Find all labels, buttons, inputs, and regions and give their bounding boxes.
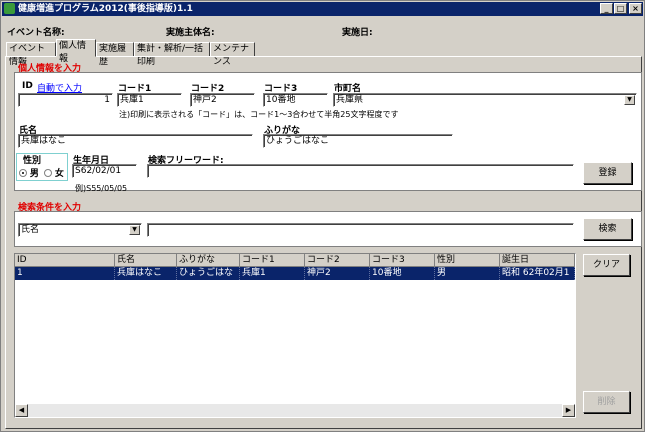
- chevron-down-icon[interactable]: ▼: [129, 225, 140, 235]
- radio-icon[interactable]: [44, 169, 52, 177]
- name-field[interactable]: 兵庫はなこ: [18, 134, 253, 148]
- tab-event-info[interactable]: イベント情報: [6, 42, 56, 67]
- tab-history[interactable]: 実施履歴: [96, 42, 134, 67]
- column-header[interactable]: コード1: [240, 254, 305, 267]
- scroll-left-icon[interactable]: ◀: [15, 404, 28, 417]
- gender-female-option[interactable]: 女: [44, 166, 64, 179]
- gender-female-label: 女: [54, 169, 64, 179]
- gender-male-label: 男: [29, 169, 39, 179]
- register-button[interactable]: 登録: [583, 162, 632, 184]
- tab-analysis-print[interactable]: 集計・解析/一括印刷: [134, 42, 210, 67]
- table-cell[interactable]: 男: [435, 267, 500, 280]
- code1-field[interactable]: 兵庫1: [117, 93, 182, 107]
- city-select[interactable]: 兵庫県 ▼: [333, 93, 637, 107]
- search-field-value: 氏名: [21, 225, 40, 235]
- close-button[interactable]: ×: [629, 3, 642, 14]
- city-select-value: 兵庫県: [336, 95, 364, 105]
- column-header[interactable]: ふりがな: [177, 254, 240, 267]
- id-label: ID: [22, 81, 33, 91]
- window-title: 健康増進プログラム2012(事後指導版)1.1: [18, 4, 193, 14]
- search-field-select[interactable]: 氏名 ▼: [18, 223, 142, 237]
- table-cell[interactable]: 10番地: [370, 267, 435, 280]
- chevron-down-icon[interactable]: ▼: [624, 95, 635, 105]
- gender-group: 性別 男 女: [16, 153, 68, 181]
- title-bar: 健康増進プログラム2012(事後指導版)1.1 _ □ ×: [2, 2, 643, 16]
- search-query-input[interactable]: [147, 223, 574, 237]
- organizer-label: 実施主体名:: [166, 28, 215, 38]
- tab-maintenance[interactable]: メンテナンス: [210, 42, 255, 67]
- horizontal-scrollbar[interactable]: ◀ ▶: [15, 404, 575, 417]
- birth-example: 例)S55/05/05: [75, 184, 128, 193]
- table-cell[interactable]: 兵庫はなこ: [115, 267, 177, 280]
- table-cell[interactable]: 1: [15, 267, 115, 280]
- app-window: 健康増進プログラム2012(事後指導版)1.1 _ □ × イベント名称: 実施…: [0, 0, 645, 432]
- column-header[interactable]: ID: [15, 254, 115, 267]
- clear-button[interactable]: クリア: [583, 254, 630, 276]
- id-field[interactable]: 1: [18, 93, 113, 107]
- code2-field[interactable]: 神戸2: [190, 93, 255, 107]
- column-header[interactable]: 氏名: [115, 254, 177, 267]
- results-table[interactable]: ID 氏名 ふりがな コード1 コード2 コード3 性別 誕生日 1 兵庫はなこ…: [14, 253, 576, 418]
- radio-icon[interactable]: [19, 169, 27, 177]
- column-header[interactable]: コード3: [370, 254, 435, 267]
- gender-male-option[interactable]: 男: [19, 166, 39, 179]
- gender-label: 性別: [23, 156, 42, 166]
- minimize-button[interactable]: _: [600, 3, 613, 14]
- maximize-button[interactable]: □: [614, 3, 627, 14]
- column-header[interactable]: 誕生日: [500, 254, 575, 267]
- search-button[interactable]: 検索: [583, 218, 632, 240]
- date-label: 実施日:: [342, 28, 373, 38]
- event-name-label: イベント名称:: [7, 28, 65, 38]
- app-icon: [4, 3, 15, 14]
- table-cell[interactable]: 昭和 62年02月1日: [500, 267, 575, 291]
- table-cell[interactable]: ひょうごはなこ: [177, 267, 240, 291]
- code-note: 注)印刷に表示される「コード」は、コード1〜3合わせて半角25文字程度です: [119, 110, 399, 119]
- keyword-field[interactable]: [147, 164, 574, 178]
- table-cell[interactable]: 兵庫1: [240, 267, 305, 280]
- kana-field[interactable]: ひょうごはなこ: [263, 134, 453, 148]
- birth-field[interactable]: S62/02/01: [72, 164, 137, 178]
- column-header[interactable]: コード2: [305, 254, 370, 267]
- tab-personal-info[interactable]: 個人情報: [56, 39, 96, 64]
- column-header[interactable]: 性別: [435, 254, 500, 267]
- scroll-right-icon[interactable]: ▶: [562, 404, 575, 417]
- table-cell[interactable]: 神戸2: [305, 267, 370, 280]
- code3-field[interactable]: 10番地: [263, 93, 328, 107]
- delete-button[interactable]: 削除: [583, 391, 630, 413]
